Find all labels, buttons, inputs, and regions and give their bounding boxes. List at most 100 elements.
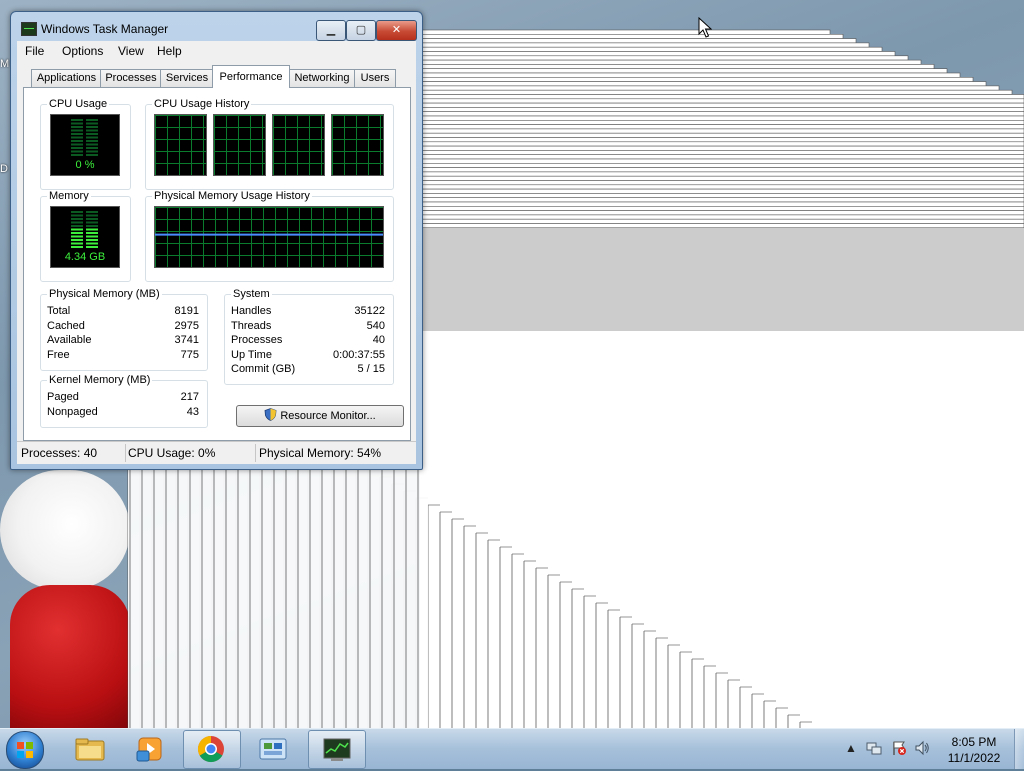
cpu-usage-group: CPU Usage 0 % (40, 98, 131, 190)
cpu-history-graph-core-1 (154, 114, 207, 176)
cascaded-window-edge (419, 72, 961, 78)
close-button[interactable]: ✕ (376, 20, 417, 41)
desktop-icon-label-edge[interactable]: D (0, 163, 8, 175)
minimize-button[interactable]: ▁ (316, 20, 346, 41)
menu-help[interactable]: Help (157, 44, 182, 58)
physical-memory-row-cached: Cached 2975 (41, 320, 207, 335)
cpu-meter-segment (86, 140, 98, 142)
cascaded-window-edge (419, 197, 1024, 203)
cascaded-window-edge (419, 158, 1024, 164)
row-value: 5 / 15 (357, 363, 385, 375)
cascaded-window-edge (419, 137, 1024, 143)
cascaded-window-edge (419, 218, 1024, 224)
system-row-handles: Handles 35122 (225, 305, 393, 320)
row-label: Free (47, 349, 70, 361)
cascaded-window-edge (419, 188, 1024, 194)
memory-meter-segment (71, 246, 83, 248)
cascaded-window-edge (419, 193, 1024, 198)
tab-applications[interactable]: Applications (31, 69, 102, 87)
taskbar-media-player-button[interactable] (122, 730, 180, 769)
kernel-memory-group: Kernel Memory (MB) Paged 217 Nonpaged 43 (40, 374, 208, 428)
memory-meter-segment (71, 214, 83, 217)
status-cpu-usage: CPU Usage: 0% (128, 446, 216, 460)
maximize-button[interactable]: ▢ (346, 20, 376, 41)
uac-shield-icon (264, 408, 277, 421)
tab-services[interactable]: Services (160, 69, 214, 87)
memory-meter-segment (86, 211, 98, 213)
cascaded-window-edge (419, 124, 1024, 130)
title-bar[interactable]: Windows Task Manager ▁ ▢ ✕ (11, 12, 422, 44)
tab-users[interactable]: Users (354, 69, 396, 87)
cpu-meter-segment (71, 150, 83, 153)
cascaded-window-edge (419, 184, 1024, 190)
taskbar-task-manager-button[interactable] (308, 730, 366, 769)
system-row-up-time: Up Time 0:00:37:55 (225, 349, 393, 364)
cascaded-window-edge (419, 120, 1024, 125)
cpu-meter-segment (86, 129, 98, 132)
resource-monitor-button[interactable]: Resource Monitor... (236, 405, 404, 427)
cascaded-window-edge (419, 51, 896, 57)
cascaded-window-edge (419, 171, 1024, 177)
cpu-meter-segment (71, 119, 83, 121)
cascaded-window-edge (419, 180, 1024, 186)
taskbar-control-panel-button[interactable] (244, 730, 302, 769)
physical-memory-row-free: Free 775 (41, 349, 207, 364)
menu-view[interactable]: View (118, 44, 144, 58)
tab-performance[interactable]: Performance (212, 65, 290, 88)
row-value: 3741 (174, 334, 199, 346)
cpu-meter-segment (86, 143, 98, 146)
cascaded-window-edge (419, 206, 1024, 211)
mouse-cursor-icon (698, 17, 712, 38)
row-label: Paged (47, 391, 79, 403)
desktop-icon-label-edge[interactable]: M (0, 58, 9, 70)
volume-icon[interactable] (914, 740, 930, 756)
tab-processes[interactable]: Processes (100, 69, 162, 87)
status-bar: Processes: 40 CPU Usage: 0% Physical Mem… (17, 441, 416, 464)
menu-file[interactable]: File (25, 44, 44, 58)
cascaded-window-edge (419, 94, 1024, 100)
cpu-meter-segment (86, 136, 98, 139)
cpu-meter-segment (71, 126, 83, 128)
folder-icon (75, 738, 105, 761)
cpu-meter-segment (86, 126, 98, 128)
row-label: Nonpaged (47, 406, 98, 418)
cascaded-window-edge (419, 150, 1024, 155)
cascaded-window-edge (419, 81, 987, 87)
taskbar-explorer-button[interactable] (61, 730, 119, 769)
row-label: Up Time (231, 349, 272, 361)
physical-memory-row-total: Total 8191 (41, 305, 207, 320)
status-separator (255, 444, 256, 462)
cascaded-window-body (128, 470, 428, 728)
clock-time: 8:05 PM (951, 735, 997, 749)
cpu-meter-segment (71, 143, 83, 146)
action-center-icon[interactable] (891, 740, 907, 756)
taskbar-chrome-button[interactable] (183, 730, 241, 769)
start-button[interactable] (4, 729, 46, 769)
memory-history-title: Physical Memory Usage History (152, 190, 312, 202)
network-icon[interactable] (866, 740, 882, 756)
status-processes: Processes: 40 (21, 446, 98, 460)
memory-meter: 4.34 GB (50, 206, 120, 268)
system-clock[interactable]: 8:05 PM 11/1/2022 (936, 734, 1012, 766)
menu-options[interactable]: Options (62, 44, 103, 58)
row-label: Total (47, 305, 71, 317)
task-manager-window[interactable]: Windows Task Manager ▁ ▢ ✕ File Options … (10, 11, 423, 470)
cascaded-window-edge (419, 42, 870, 48)
row-label: Cached (47, 320, 85, 332)
show-desktop-button[interactable] (1014, 729, 1024, 769)
cascaded-window-edge (419, 98, 1024, 104)
cascaded-window-edge (419, 55, 909, 61)
row-value: 8191 (174, 305, 199, 317)
row-value: 40 (372, 334, 385, 346)
tab-networking[interactable]: Networking (288, 69, 356, 87)
cpu-meter-segment (71, 140, 83, 142)
memory-meter-segment (86, 242, 98, 245)
physical-memory-group: Physical Memory (MB) Total 8191 Cached 297… (40, 288, 208, 371)
cpu-meter-segment (86, 119, 98, 121)
cascaded-window-edge (419, 167, 1024, 173)
cascaded-window-edge (419, 128, 1024, 134)
row-value: 43 (186, 406, 199, 418)
show-hidden-icons-icon[interactable]: ▲ (845, 741, 857, 755)
windows-flag-icon (17, 742, 33, 758)
row-value: 0:00:37:55 (333, 349, 385, 361)
